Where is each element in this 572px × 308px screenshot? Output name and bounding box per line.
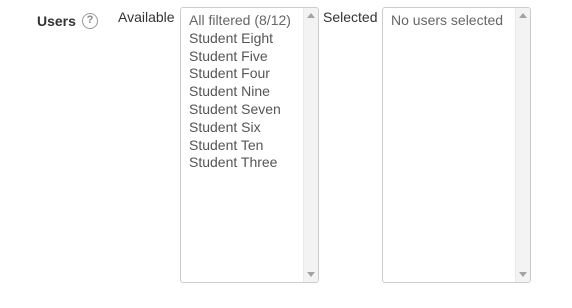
scroll-up-arrow-icon[interactable] (307, 13, 315, 18)
selected-users-options: No users selected (391, 12, 512, 30)
list-item[interactable]: Student Six (189, 119, 300, 137)
users-field-label: Users (37, 13, 76, 29)
list-item[interactable]: Student Eight (189, 30, 300, 48)
list-item[interactable]: Student Ten (189, 137, 300, 155)
available-label: Available (118, 9, 175, 25)
available-scrollbar[interactable] (303, 8, 318, 282)
list-item-empty: No users selected (391, 12, 504, 28)
users-selector-form: Users ? Available All filtered (8/12) St… (0, 0, 572, 308)
list-item[interactable]: Student Three (189, 154, 300, 172)
list-item[interactable]: Student Five (189, 48, 300, 66)
scroll-up-arrow-icon[interactable] (519, 13, 527, 18)
selected-users-listbox[interactable]: No users selected (382, 7, 531, 283)
selected-scrollbar[interactable] (515, 8, 530, 282)
list-item[interactable]: Student Nine (189, 83, 300, 101)
list-item[interactable]: Student Four (189, 65, 300, 83)
help-icon[interactable]: ? (82, 13, 98, 29)
list-item[interactable]: Student Seven (189, 101, 300, 119)
available-users-listbox[interactable]: All filtered (8/12) Student Eight Studen… (180, 7, 319, 283)
selected-label: Selected (323, 9, 378, 25)
scroll-down-arrow-icon[interactable] (519, 272, 527, 277)
scroll-down-arrow-icon[interactable] (307, 272, 315, 277)
available-users-options: All filtered (8/12) Student Eight Studen… (189, 12, 300, 172)
list-item-all-filtered[interactable]: All filtered (8/12) (189, 12, 300, 30)
